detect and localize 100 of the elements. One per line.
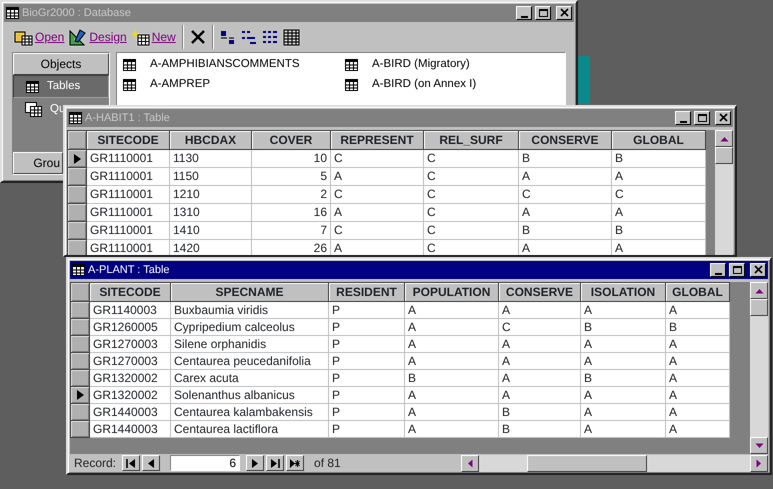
first-record-icon <box>126 458 136 468</box>
scroll-up-button[interactable] <box>715 130 733 147</box>
column-header[interactable]: SPECNAME <box>170 282 328 302</box>
scroll-left-button[interactable] <box>461 454 479 472</box>
minimize-button[interactable] <box>675 111 691 125</box>
new-record-button[interactable] <box>286 455 304 471</box>
column-header[interactable]: GLOBAL <box>612 130 706 150</box>
table-cell: C <box>518 186 612 204</box>
table-cell: A <box>330 204 424 222</box>
close-button[interactable] <box>556 6 572 20</box>
column-header[interactable]: SITECODE <box>90 282 170 302</box>
row-selector[interactable] <box>68 222 86 240</box>
row-selector-header <box>70 282 90 302</box>
table-cell: A <box>518 168 612 186</box>
row-selector[interactable] <box>68 186 86 204</box>
current-record-icon <box>76 390 84 400</box>
row-selector[interactable] <box>68 240 86 255</box>
column-header[interactable]: SITECODE <box>86 130 170 150</box>
row-selector[interactable] <box>68 150 86 168</box>
row-selector[interactable] <box>70 336 90 352</box>
next-record-button[interactable] <box>246 455 264 471</box>
row-selector[interactable] <box>70 420 90 438</box>
new-button[interactable]: New <box>128 27 178 47</box>
vertical-scrollbar[interactable] <box>750 282 768 454</box>
record-count: of 81 <box>314 455 341 472</box>
table-cell: A <box>404 336 498 352</box>
object-type-item[interactable]: Tables <box>13 75 109 98</box>
maximize-icon <box>696 113 708 123</box>
list-item[interactable]: A-BIRD (Migratory) <box>345 55 545 74</box>
table-cell: P <box>328 386 404 404</box>
last-record-button[interactable] <box>266 455 284 471</box>
table-cell: A <box>666 352 730 370</box>
design-button[interactable]: Design <box>66 27 129 47</box>
record-number-field[interactable]: 6 <box>170 455 240 471</box>
minimize-button[interactable] <box>516 6 532 20</box>
column-header[interactable]: POPULATION <box>404 282 498 302</box>
scroll-thumb[interactable] <box>527 454 647 472</box>
row-selector[interactable] <box>70 370 90 386</box>
table-cell: GR1270003 <box>90 336 170 352</box>
column-header[interactable]: HBCDAX <box>170 130 252 150</box>
previous-record-button[interactable] <box>142 455 160 471</box>
window-icon <box>6 7 19 19</box>
open-button[interactable]: Open <box>12 27 66 47</box>
maximize-button[interactable] <box>694 111 710 125</box>
row-selector-header <box>68 130 86 150</box>
window-title: A-HABIT1 : Table <box>85 110 171 126</box>
scroll-up-button[interactable] <box>750 282 768 299</box>
table-cell: GR1110001 <box>86 150 170 168</box>
table-cell: GR1440003 <box>90 404 170 420</box>
table-icon <box>345 78 358 90</box>
vertical-scrollbar[interactable] <box>715 130 733 255</box>
row-selector[interactable] <box>68 204 86 222</box>
minimize-icon <box>520 16 528 18</box>
table-cell: A <box>498 302 580 318</box>
table-cell: A <box>666 420 730 438</box>
table-cell: B <box>518 222 612 240</box>
close-button[interactable] <box>750 263 766 277</box>
scroll-right-button[interactable] <box>750 454 768 472</box>
table-cell: A <box>666 404 730 420</box>
list-item[interactable]: A-AMPREP <box>123 75 345 94</box>
column-header[interactable]: CONSERVE <box>498 282 580 302</box>
row-selector[interactable] <box>70 302 90 318</box>
scroll-thumb[interactable] <box>750 299 768 316</box>
scroll-thumb[interactable] <box>715 147 733 164</box>
previous-record-icon <box>146 458 156 468</box>
horizontal-scrollbar[interactable] <box>461 454 768 472</box>
groups-button[interactable]: Grou <box>13 152 63 174</box>
objects-button[interactable]: Objects <box>13 53 109 75</box>
list-item[interactable]: A-BIRD (on Annex I) <box>345 75 545 94</box>
close-button[interactable] <box>715 111 731 125</box>
column-header[interactable]: REL_SURF <box>424 130 518 150</box>
table-cell: A <box>666 336 730 352</box>
table-cell: C <box>330 222 424 240</box>
row-selector[interactable] <box>70 352 90 370</box>
table-cell: B <box>612 150 706 168</box>
column-header[interactable]: CONSERVE <box>518 130 612 150</box>
column-header[interactable]: REPRESENT <box>330 130 424 150</box>
table-cell: B <box>580 318 666 336</box>
scroll-down-button[interactable] <box>750 437 768 454</box>
column-header[interactable]: GLOBAL <box>666 282 730 302</box>
row-selector[interactable] <box>70 386 90 404</box>
list-item[interactable]: A-AMPHIBIANSCOMMENTS <box>123 55 345 74</box>
table-cell: GR1110001 <box>86 222 170 240</box>
table-cell: C <box>424 186 518 204</box>
table-cell: C <box>498 318 580 336</box>
column-header[interactable]: COVER <box>252 130 330 150</box>
row-selector[interactable] <box>70 404 90 420</box>
column-header[interactable]: ISOLATION <box>580 282 666 302</box>
minimize-button[interactable] <box>710 263 726 277</box>
table-cell: A <box>666 370 730 386</box>
row-selector[interactable] <box>70 318 90 336</box>
first-record-button[interactable] <box>122 455 140 471</box>
column-header[interactable]: RESIDENT <box>328 282 404 302</box>
table-cell: A <box>580 420 666 438</box>
left-arrow-icon <box>467 458 473 468</box>
table-cell: C <box>330 150 424 168</box>
maximize-button[interactable] <box>729 263 745 277</box>
row-selector[interactable] <box>68 168 86 186</box>
maximize-button[interactable] <box>535 6 551 20</box>
details-view-button[interactable] <box>280 28 302 46</box>
